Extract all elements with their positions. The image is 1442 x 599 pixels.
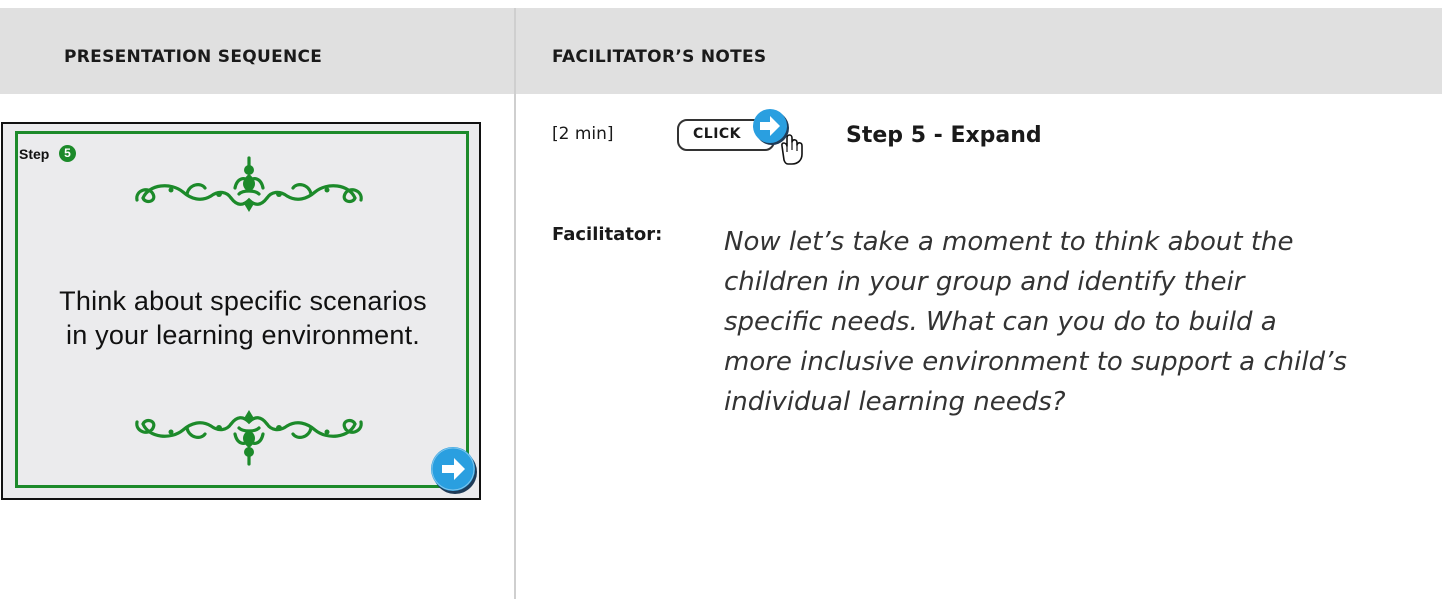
click-button-label: CLICK (693, 126, 742, 142)
top-ornament-icon (135, 156, 363, 212)
facilitator-script-line: Now let’s take a moment to think about t… (724, 227, 1294, 257)
presentation-sequence-heading: PRESENTATION SEQUENCE (64, 47, 323, 67)
facilitator-script: Now let’s take a moment to think about t… (724, 222, 1404, 422)
facilitator-label: Facilitator: (552, 224, 663, 245)
facilitator-script-line: more inclusive environment to support a … (724, 347, 1347, 377)
facilitator-script-line: children in your group and identify thei… (724, 267, 1245, 297)
slide-text-line: Think about specific scenarios (59, 286, 427, 316)
slide-text: Think about specific scenarios in your l… (3, 284, 483, 352)
slide-step-label: Step (19, 146, 50, 162)
step-title: Step 5 - Expand (846, 123, 1042, 148)
pointer-hand-icon (753, 109, 803, 165)
bottom-ornament-icon (135, 410, 363, 466)
slide-step-number: 5 (59, 145, 76, 162)
facilitator-script-line: individual learning needs? (724, 387, 1066, 417)
slide-thumbnail: Step 5 Think about specific scenarios in… (1, 122, 481, 500)
column-divider (514, 8, 516, 599)
facilitator-script-line: specific needs. What can you do to build… (724, 307, 1277, 337)
time-estimate: [2 min] (552, 124, 614, 144)
arrow-right-circle-icon[interactable] (429, 445, 479, 495)
slide-text-line: in your learning environment. (66, 320, 420, 350)
facilitator-notes-heading: FACILITATOR’S NOTES (552, 47, 767, 67)
